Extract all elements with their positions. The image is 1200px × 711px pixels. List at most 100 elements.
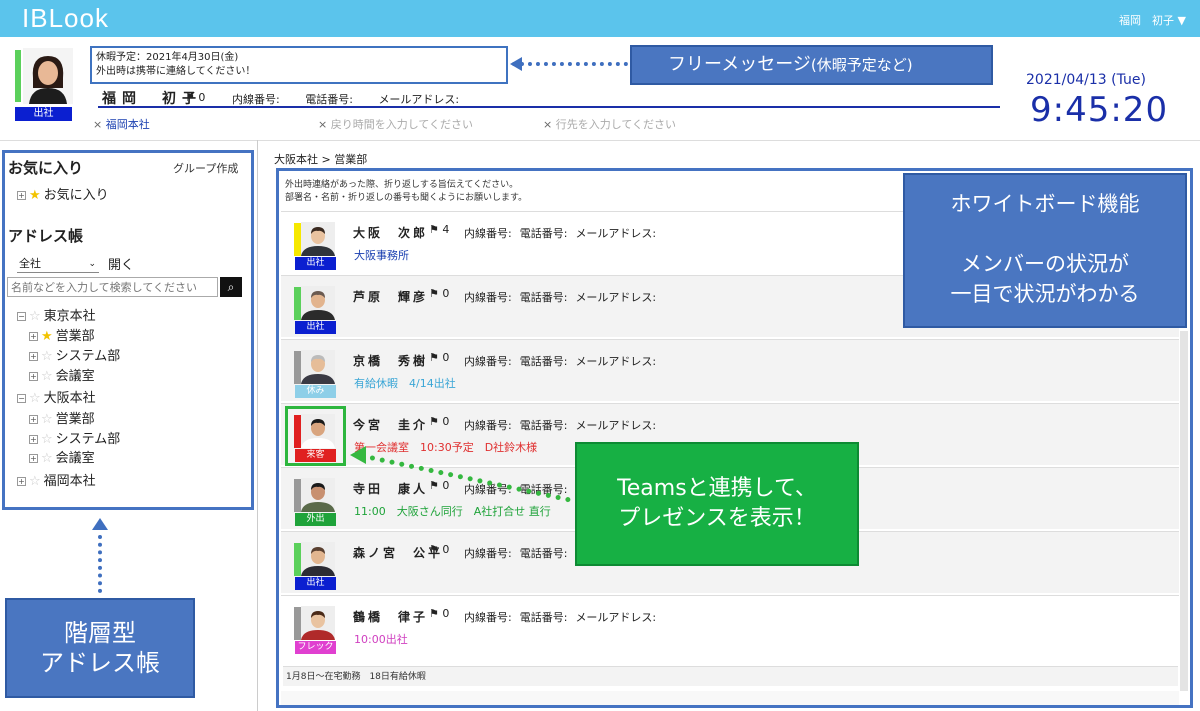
member-avatar[interactable]: [301, 286, 335, 320]
tree-item-osaka-meeting[interactable]: + ☆ 会議室: [29, 447, 95, 466]
collapse-icon[interactable]: −: [17, 394, 26, 403]
expand-icon[interactable]: +: [29, 372, 38, 381]
expand-icon[interactable]: +: [17, 477, 26, 486]
tree-item-tokyo-sales[interactable]: + ★ 営業部: [29, 325, 95, 344]
ext-label: 内線番号:: [464, 227, 512, 240]
clear-destination-icon[interactable]: ×: [543, 118, 552, 131]
member-message-count-value: 4: [442, 223, 450, 236]
tree-item-osaka-system[interactable]: + ☆ システム部: [29, 428, 120, 447]
member-note[interactable]: 大阪事務所: [354, 247, 409, 263]
star-icon[interactable]: ☆: [41, 412, 53, 427]
presence-bar: [294, 287, 301, 320]
tree-item-tokyo-system[interactable]: + ☆ システム部: [29, 345, 120, 364]
free-message-line1: 休暇予定：2021年4月30日(金): [96, 52, 239, 63]
phone-label: 電話番号:: [519, 227, 568, 240]
member-name: 寺田 康人: [353, 482, 429, 496]
expand-icon[interactable]: +: [29, 352, 38, 361]
expand-icon[interactable]: +: [29, 454, 38, 463]
address-book-callout: 階層型 アドレス帳: [5, 598, 195, 698]
member-avatar[interactable]: [301, 222, 335, 256]
star-icon[interactable]: ★: [41, 329, 53, 344]
collapse-icon[interactable]: −: [17, 312, 26, 321]
company-select[interactable]: 全社 ⌄: [17, 255, 99, 273]
clear-office-icon[interactable]: ×: [93, 118, 102, 131]
status-badge[interactable]: 出社: [295, 257, 336, 270]
my-avatar[interactable]: [23, 48, 73, 104]
ext-label: 内線番号:: [232, 93, 280, 106]
member-message-count[interactable]: ⚑ 4: [429, 223, 449, 236]
teams-callout-line2: プレゼンスを表示！: [618, 506, 816, 531]
star-icon[interactable]: ☆: [41, 369, 53, 384]
expand-icon[interactable]: +: [29, 415, 38, 424]
status-badge[interactable]: 休み: [295, 385, 336, 398]
search-button[interactable]: ⌕: [220, 277, 242, 297]
star-icon[interactable]: ☆: [41, 432, 53, 447]
current-time: 9:45:20: [1030, 90, 1169, 130]
search-input[interactable]: [7, 277, 218, 297]
member-contact-fields: 内線番号: 電話番号: メールアドレス:: [464, 289, 664, 305]
member-avatar[interactable]: [301, 542, 335, 576]
tree-item-osaka[interactable]: − ☆ 大阪本社: [17, 387, 96, 406]
free-message-callout-sub: (休暇予定など): [810, 56, 913, 74]
open-button[interactable]: 開く: [108, 254, 134, 273]
divider: [98, 106, 1000, 108]
clear-return-icon[interactable]: ×: [318, 118, 327, 131]
presence-bar: [294, 479, 301, 512]
group-create-link[interactable]: グループ作成: [173, 160, 238, 176]
member-avatar[interactable]: [301, 606, 335, 640]
my-message-count[interactable]: ⚑ 0: [185, 91, 205, 104]
tree-label: 東京本社: [43, 309, 96, 324]
destination-input[interactable]: × 行先を入力してください: [543, 116, 676, 132]
my-status-badge[interactable]: 出社: [15, 107, 72, 121]
tree-item-tokyo[interactable]: − ☆ 東京本社: [17, 305, 96, 324]
member-message-count[interactable]: ⚑ 0: [429, 607, 449, 620]
member-message-count[interactable]: ⚑ 0: [429, 351, 449, 364]
star-icon[interactable]: ☆: [29, 309, 41, 324]
status-badge[interactable]: 外出: [295, 513, 336, 526]
expand-icon[interactable]: +: [17, 191, 26, 200]
member-message-count[interactable]: ⚑ 0: [429, 543, 449, 556]
member-avatar[interactable]: [301, 350, 335, 384]
member-note[interactable]: 有給休暇 4/14出社: [354, 375, 456, 391]
address-callout-line1: 階層型: [64, 619, 136, 647]
tree-item-tokyo-meeting[interactable]: + ☆ 会議室: [29, 365, 95, 384]
member-message-count[interactable]: ⚑ 0: [429, 287, 449, 300]
member-note[interactable]: 11:00 大阪さん同行 A社打合せ 直行: [354, 503, 551, 519]
expand-icon[interactable]: +: [29, 332, 38, 341]
header-divider: [0, 140, 1200, 141]
member-message-count[interactable]: ⚑ 0: [429, 479, 449, 492]
status-badge[interactable]: フレックス: [295, 641, 336, 665]
free-message-box[interactable]: 休暇予定：2021年4月30日(金) 外出時は携帯に連絡してください！: [90, 46, 508, 84]
member-message-count[interactable]: ⚑ 0: [429, 415, 449, 428]
user-menu[interactable]: 福岡 初子 ▼: [1119, 12, 1186, 28]
free-message-callout-text: フリーメッセージ: [668, 54, 811, 75]
my-office[interactable]: 福岡本社: [106, 118, 150, 131]
member-note[interactable]: 第一会議室 10:30予定 D社鈴木様: [354, 439, 537, 455]
return-time-input[interactable]: × 戻り時間を入力してください: [318, 116, 473, 132]
member-avatar[interactable]: [301, 478, 335, 512]
favorites-item[interactable]: + ★ お気に入り: [17, 184, 109, 203]
star-icon[interactable]: ☆: [41, 349, 53, 364]
email-label: メールアドレス:: [575, 419, 657, 432]
member-row[interactable]: 休み 京橋 秀樹 ⚑ 0 内線番号: 電話番号: メールアドレス: 有給休暇 4/14出社: [281, 339, 1179, 401]
star-icon[interactable]: ☆: [41, 451, 53, 466]
ext-label: 内線番号:: [464, 355, 512, 368]
status-badge[interactable]: 出社: [295, 321, 336, 334]
expand-icon[interactable]: +: [29, 435, 38, 444]
callout-arrow: [512, 62, 628, 66]
tree-item-fukuoka[interactable]: + ☆ 福岡本社: [17, 470, 96, 489]
member-name: 鶴橋 律子: [353, 610, 429, 624]
member-note[interactable]: 10:00出社: [354, 631, 408, 647]
company-select-value: 全社: [19, 257, 41, 270]
presence-bar: [294, 223, 301, 256]
my-message-count-value: 0: [198, 91, 206, 104]
tree-item-osaka-sales[interactable]: + ☆ 営業部: [29, 408, 95, 427]
star-icon[interactable]: ☆: [29, 391, 41, 406]
scrollbar[interactable]: [1180, 331, 1188, 691]
member-row[interactable]: フレックス 鶴橋 律子 ⚑ 0 内線番号: 電話番号: メールアドレス: 10:00出社: [281, 595, 1179, 665]
star-icon[interactable]: ☆: [29, 474, 41, 489]
tree-label: 会議室: [55, 369, 95, 384]
status-badge[interactable]: 出社: [295, 577, 336, 590]
whiteboard-callout: ホワイトボード機能 メンバーの状況が 一目で状況がわかる: [903, 173, 1187, 328]
phone-label: 電話番号:: [519, 611, 568, 624]
